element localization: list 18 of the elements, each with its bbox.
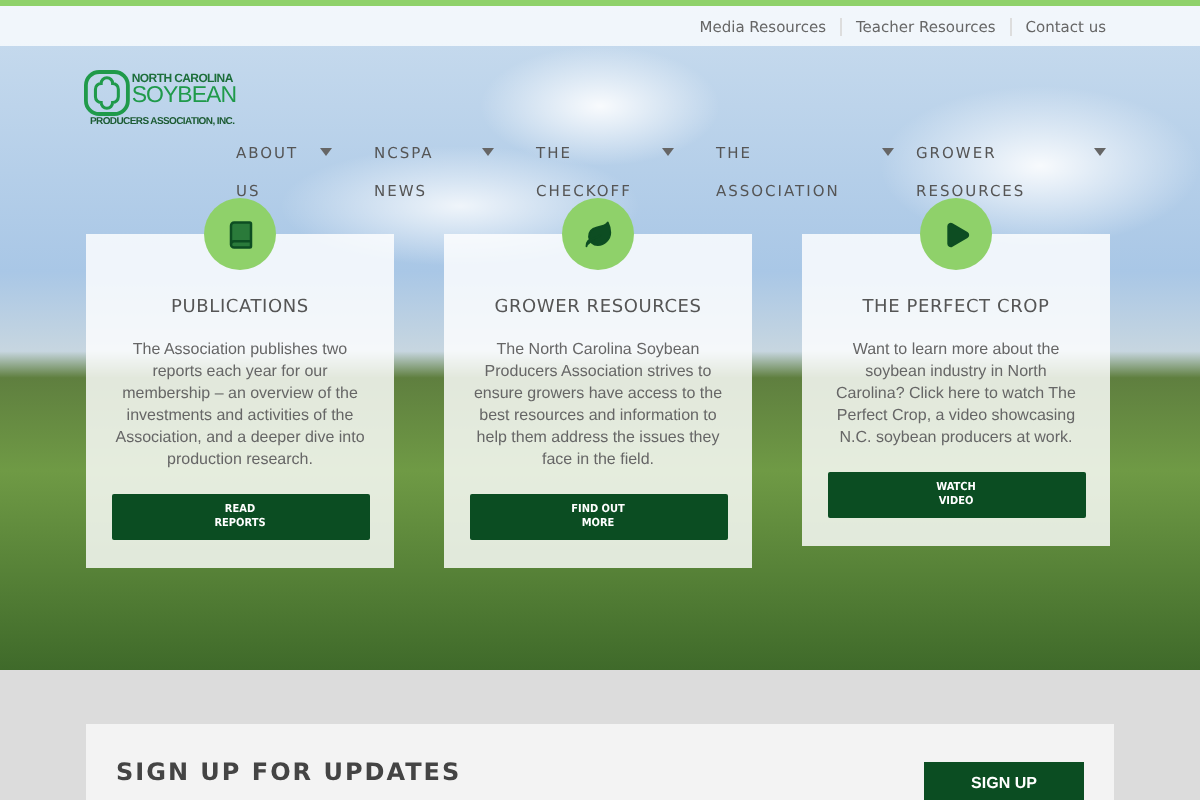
card-text: The North Carolina Soybean Producers Association strives to ensure growers have access to the best resources and information to help them address the issues they face in the field.	[472, 338, 724, 470]
caret-icon	[320, 148, 332, 156]
signup-button[interactable]: SIGN UP	[924, 762, 1084, 800]
caret-icon	[662, 148, 674, 156]
card-title: THE PERFECT CROP	[862, 298, 1050, 318]
clover-logo-icon	[84, 70, 130, 116]
caret-icon	[1094, 148, 1106, 156]
signup-title: SIGN UP FOR UPDATES	[116, 758, 462, 790]
play-icon	[941, 219, 971, 249]
card-title: GROWER RESOURCES	[494, 298, 702, 318]
logo-text: SOYBEAN	[131, 86, 236, 109]
caret-icon	[882, 148, 894, 156]
caret-icon	[482, 148, 494, 156]
leaf-icon	[583, 219, 613, 249]
card-text: The Association publishes two reports each year for our membership – an overview of the investments and activities of the Association, and a deeper dive into production research.	[114, 338, 366, 470]
book-icon	[225, 219, 255, 249]
card-title: PUBLICATIONS	[171, 298, 309, 318]
card-text: Want to learn more about the soybean industry in North Carolina? Click here to watch The Perfect Crop, a video showcasing N.C. soybean producers at work.	[834, 338, 1078, 448]
